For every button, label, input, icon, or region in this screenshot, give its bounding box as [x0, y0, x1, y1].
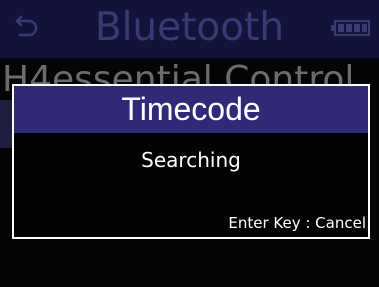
menu-header: Bluetooth: [0, 0, 379, 58]
dialog-title: Timecode: [121, 91, 261, 127]
device-screen: Bluetooth H4essential Control Timecode S…: [0, 0, 379, 287]
dialog-status-message: Searching: [141, 148, 241, 172]
timecode-dialog: Timecode Searching Enter Key : Cancel: [12, 84, 370, 239]
cancel-hint[interactable]: Enter Key : Cancel: [228, 213, 366, 233]
battery-icon: [331, 20, 370, 36]
dialog-header: Timecode: [14, 86, 368, 133]
menu-title: Bluetooth: [94, 5, 285, 50]
